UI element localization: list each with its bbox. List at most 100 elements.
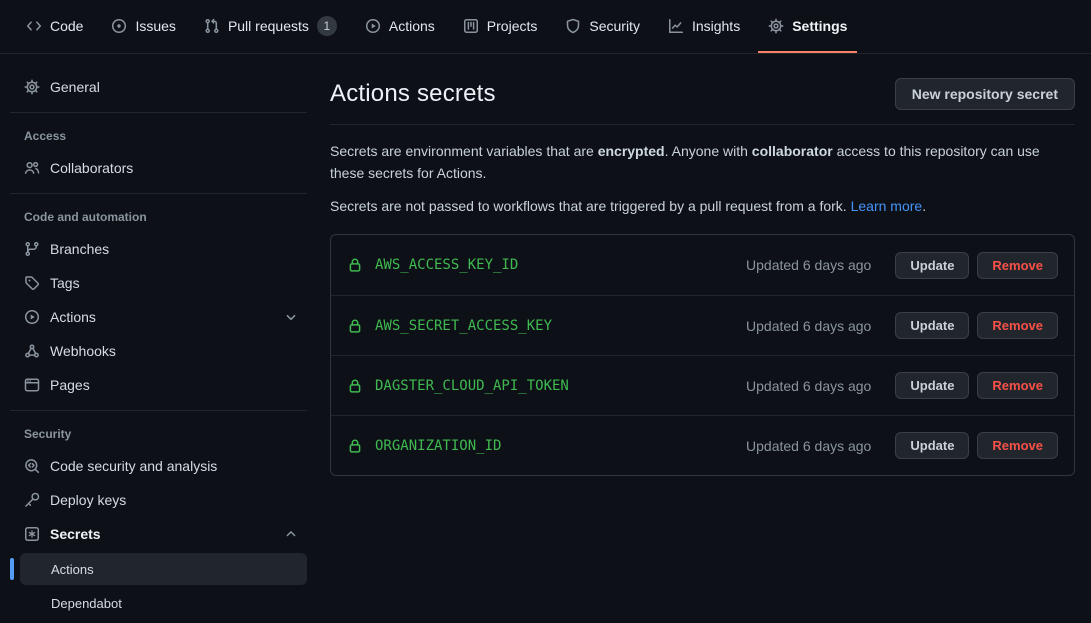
- sidebar-item-label: Secrets: [50, 526, 101, 542]
- tab-projects[interactable]: Projects: [453, 0, 548, 53]
- description-bold-collaborator: collaborator: [752, 143, 833, 159]
- tab-settings[interactable]: Settings: [758, 0, 857, 53]
- tab-issues[interactable]: Issues: [101, 0, 185, 53]
- sidebar-subitem-secrets-actions[interactable]: Actions: [20, 553, 307, 585]
- sidebar-item-code-security[interactable]: Code security and analysis: [10, 449, 307, 483]
- gear-icon: [768, 18, 784, 34]
- sidebar-divider: [10, 410, 307, 411]
- sidebar-item-branches[interactable]: Branches: [10, 232, 307, 266]
- description-text: Secrets are environment variables that a…: [330, 143, 598, 159]
- git-pull-request-icon: [204, 18, 220, 34]
- tab-label: Settings: [792, 18, 847, 34]
- description-text: .: [922, 198, 926, 214]
- tab-security[interactable]: Security: [555, 0, 650, 53]
- secret-name: AWS_SECRET_ACCESS_KEY: [375, 318, 552, 334]
- sidebar-item-tags[interactable]: Tags: [10, 266, 307, 300]
- secret-row: AWS_SECRET_ACCESS_KEY Updated 6 days ago…: [331, 295, 1074, 355]
- settings-sidebar: General Access Collaborators Code and au…: [10, 70, 307, 623]
- tab-label: Issues: [135, 18, 175, 34]
- remove-secret-button[interactable]: Remove: [977, 432, 1058, 459]
- gear-icon: [24, 79, 40, 95]
- git-branch-icon: [24, 241, 40, 257]
- projects-icon: [463, 18, 479, 34]
- description-text: Secrets are not passed to workflows that…: [330, 198, 851, 214]
- tab-pull-requests[interactable]: Pull requests 1: [194, 0, 347, 53]
- remove-secret-button[interactable]: Remove: [977, 372, 1058, 399]
- sidebar-item-label: Deploy keys: [50, 492, 126, 508]
- sidebar-item-label: Webhooks: [50, 343, 116, 359]
- lock-icon: [347, 257, 363, 273]
- sidebar-item-collaborators[interactable]: Collaborators: [10, 151, 307, 185]
- remove-secret-button[interactable]: Remove: [977, 252, 1058, 279]
- update-secret-button[interactable]: Update: [895, 432, 969, 459]
- secret-name: DAGSTER_CLOUD_API_TOKEN: [375, 378, 569, 394]
- tab-label: Pull requests: [228, 18, 309, 34]
- graph-icon: [668, 18, 684, 34]
- shield-icon: [565, 18, 581, 34]
- remove-secret-button[interactable]: Remove: [977, 312, 1058, 339]
- pull-requests-count-badge: 1: [317, 16, 337, 36]
- learn-more-link[interactable]: Learn more: [851, 198, 923, 214]
- play-icon: [24, 309, 40, 325]
- secret-row: ORGANIZATION_ID Updated 6 days ago Updat…: [331, 415, 1074, 475]
- sidebar-item-webhooks[interactable]: Webhooks: [10, 334, 307, 368]
- sidebar-divider: [10, 193, 307, 194]
- sidebar-item-label: Tags: [50, 275, 80, 291]
- sidebar-section-security: Security: [10, 419, 307, 449]
- update-secret-button[interactable]: Update: [895, 252, 969, 279]
- secret-name: AWS_ACCESS_KEY_ID: [375, 257, 518, 273]
- update-secret-button[interactable]: Update: [895, 372, 969, 399]
- description-paragraph-2: Secrets are not passed to workflows that…: [330, 196, 1075, 218]
- tab-code[interactable]: Code: [16, 0, 93, 53]
- tab-insights[interactable]: Insights: [658, 0, 750, 53]
- sidebar-section-code-automation: Code and automation: [10, 202, 307, 232]
- lock-icon: [347, 318, 363, 334]
- secrets-list: AWS_ACCESS_KEY_ID Updated 6 days ago Upd…: [330, 234, 1075, 476]
- sidebar-subitem-label: Dependabot: [51, 596, 122, 611]
- sidebar-item-actions[interactable]: Actions: [10, 300, 307, 334]
- sidebar-item-label: Branches: [50, 241, 109, 257]
- code-icon: [26, 18, 42, 34]
- key-icon: [24, 492, 40, 508]
- secret-updated-timestamp: Updated 6 days ago: [746, 438, 871, 454]
- chevron-down-icon: [283, 309, 299, 325]
- section-divider: [330, 124, 1075, 125]
- sidebar-item-pages[interactable]: Pages: [10, 368, 307, 402]
- secret-updated-timestamp: Updated 6 days ago: [746, 318, 871, 334]
- tag-icon: [24, 275, 40, 291]
- tab-label: Code: [50, 18, 83, 34]
- issue-opened-icon: [111, 18, 127, 34]
- description-paragraph-1: Secrets are environment variables that a…: [330, 141, 1075, 184]
- sidebar-item-general[interactable]: General: [10, 70, 307, 104]
- sidebar-item-label: General: [50, 79, 100, 95]
- sidebar-subitem-secrets-dependabot[interactable]: Dependabot: [20, 587, 307, 619]
- tab-actions[interactable]: Actions: [355, 0, 445, 53]
- sidebar-item-label: Pages: [50, 377, 90, 393]
- description-text: . Anyone with: [665, 143, 752, 159]
- sidebar-item-label: Actions: [50, 309, 96, 325]
- people-icon: [24, 160, 40, 176]
- new-repository-secret-button[interactable]: New repository secret: [895, 78, 1075, 110]
- secret-row: AWS_ACCESS_KEY_ID Updated 6 days ago Upd…: [331, 235, 1074, 295]
- repo-tab-nav: Code Issues Pull requests 1 Actions Proj…: [0, 0, 1091, 54]
- tab-label: Projects: [487, 18, 538, 34]
- sidebar-item-label: Code security and analysis: [50, 458, 217, 474]
- page-title: Actions secrets: [330, 80, 496, 108]
- secret-updated-timestamp: Updated 6 days ago: [746, 257, 871, 273]
- browser-icon: [24, 377, 40, 393]
- sidebar-item-label: Collaborators: [50, 160, 133, 176]
- asterisk-box-icon: [24, 526, 40, 542]
- actions-secrets-panel: Actions secrets New repository secret Se…: [307, 54, 1091, 476]
- secret-updated-timestamp: Updated 6 days ago: [746, 378, 871, 394]
- sidebar-section-access: Access: [10, 121, 307, 151]
- secrets-description: Secrets are environment variables that a…: [330, 141, 1075, 218]
- update-secret-button[interactable]: Update: [895, 312, 969, 339]
- sidebar-item-deploy-keys[interactable]: Deploy keys: [10, 483, 307, 517]
- play-icon: [365, 18, 381, 34]
- lock-icon: [347, 378, 363, 394]
- secret-row: DAGSTER_CLOUD_API_TOKEN Updated 6 days a…: [331, 355, 1074, 415]
- sidebar-item-secrets[interactable]: Secrets: [10, 517, 307, 551]
- sidebar-divider: [10, 112, 307, 113]
- description-bold-encrypted: encrypted: [598, 143, 665, 159]
- chevron-up-icon: [283, 526, 299, 542]
